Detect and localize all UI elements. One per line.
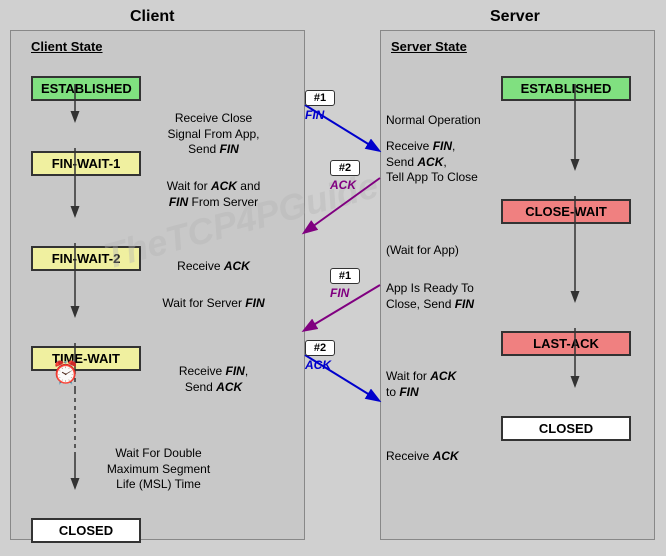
desc-wait-msl: Wait For DoubleMaximum SegmentLife (MSL)… (71, 446, 246, 493)
desc-receive-ack: Receive ACK (141, 259, 286, 275)
server-header: Server (490, 8, 540, 26)
msg3-fin-label: FIN (330, 286, 349, 300)
client-state-label: Client State (31, 39, 103, 54)
desc-app-ready-close: App Is Ready ToClose, Send FIN (386, 281, 496, 312)
desc-receive-fin-send-ack: Receive FIN,Send ACK (141, 364, 286, 395)
state-close-wait: CLOSE-WAIT (501, 199, 631, 224)
state-fin-wait-2: FIN-WAIT-2 (31, 246, 141, 271)
msg1-fin-label: FIN (305, 108, 324, 122)
desc-wait-for-app: (Wait for App) (386, 243, 496, 259)
desc-receive-fin-send-ack-server: Receive FIN,Send ACK,Tell App To Close (386, 139, 496, 186)
state-fin-wait-1: FIN-WAIT-1 (31, 151, 141, 176)
msg1-bubble: #1 (305, 90, 335, 106)
client-panel: Client State ESTABLISHED FIN-WAIT-1 FIN-… (10, 30, 305, 540)
desc-receive-ack-server: Receive ACK (386, 449, 496, 465)
main-container: Client Server Client State ESTABLISHED F… (0, 0, 666, 556)
desc-wait-ack-fin: Wait for ACK andFIN From Server (141, 179, 286, 210)
msg4-ack-label: ACK (305, 358, 331, 372)
server-state-label: Server State (391, 39, 467, 54)
msg2-ack-label: ACK (330, 178, 356, 192)
state-closed-client: CLOSED (31, 518, 141, 543)
server-panel: Server State ESTABLISHED CLOSE-WAIT LAST… (380, 30, 655, 540)
client-header: Client (130, 8, 174, 26)
desc-normal-op: Normal Operation (386, 113, 496, 129)
state-established-server: ESTABLISHED (501, 76, 631, 101)
state-last-ack: LAST-ACK (501, 331, 631, 356)
msg3-bubble: #1 (330, 268, 360, 284)
state-time-wait: TIME-WAIT (31, 346, 141, 371)
state-closed-server: CLOSED (501, 416, 631, 441)
clock-icon: ⏰ (52, 360, 79, 386)
state-established-client: ESTABLISHED (31, 76, 141, 101)
desc-receive-close: Receive CloseSignal From App,Send FIN (141, 111, 286, 158)
desc-wait-server-fin: Wait for Server FIN (141, 296, 286, 312)
desc-wait-ack-to-fin: Wait for ACKto FIN (386, 369, 496, 400)
msg4-bubble: #2 (305, 340, 335, 356)
msg2-bubble: #2 (330, 160, 360, 176)
